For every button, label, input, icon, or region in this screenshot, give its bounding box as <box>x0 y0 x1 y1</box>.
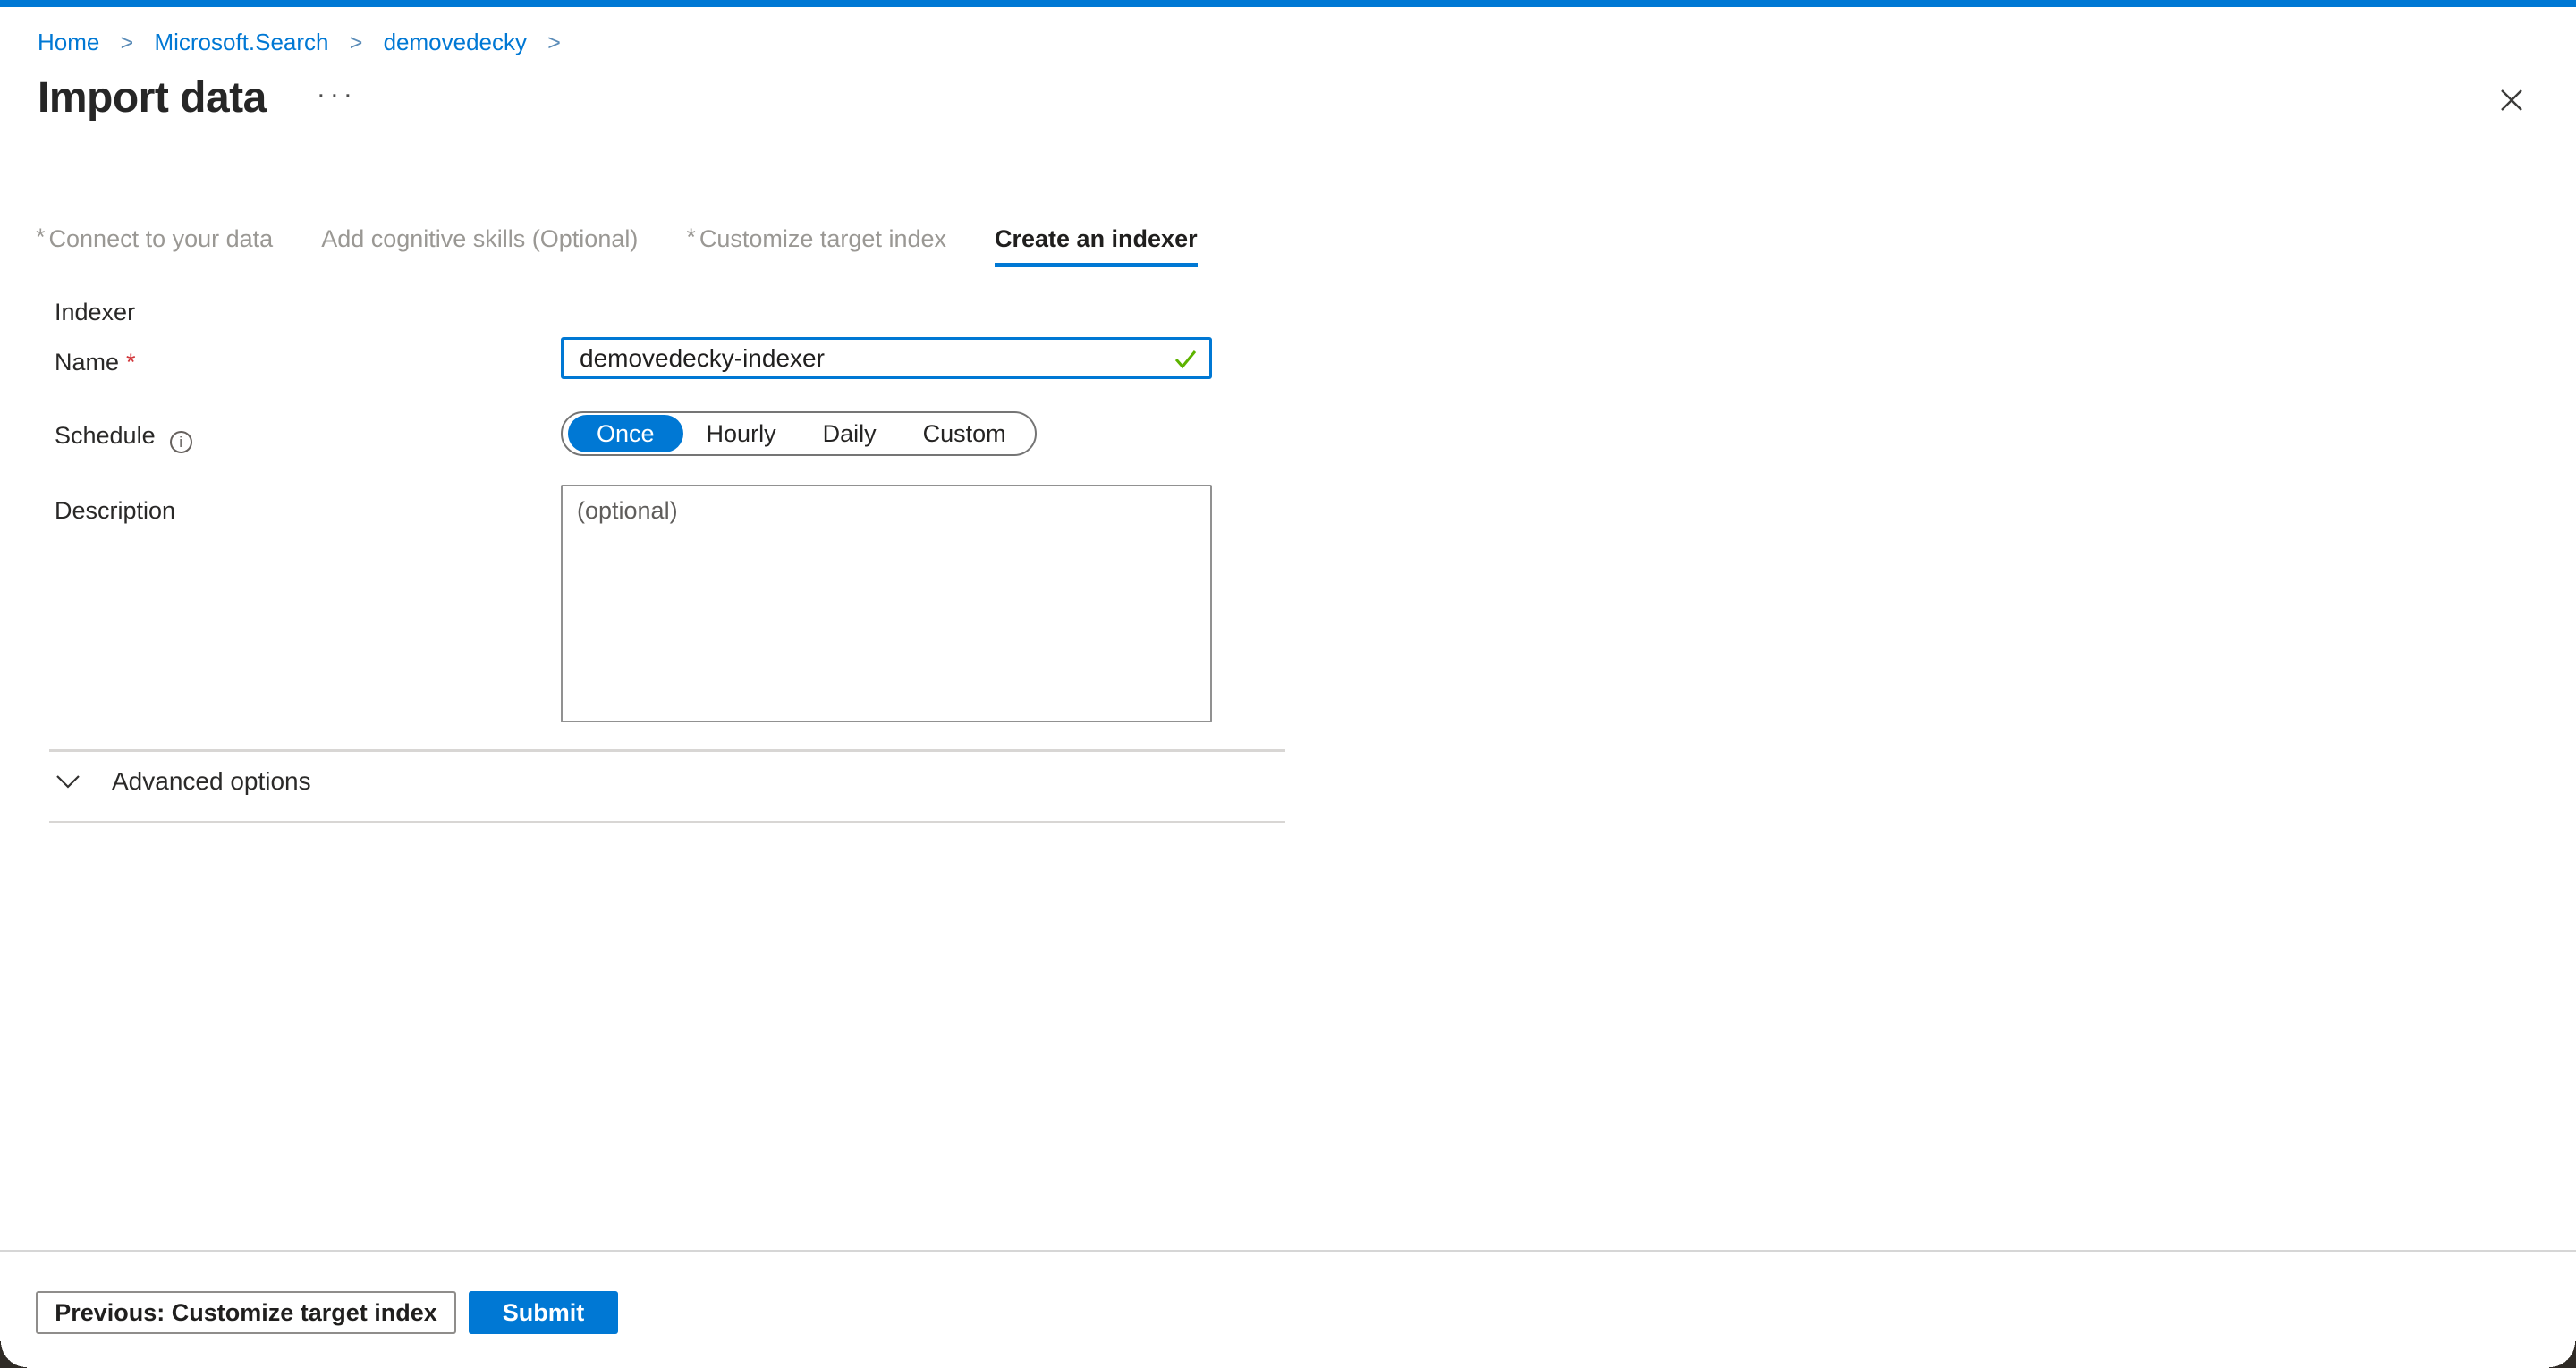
window-corner <box>2549 1341 2576 1368</box>
top-accent-bar <box>0 0 2576 7</box>
tab-label: Connect to your data <box>49 225 274 252</box>
breadcrumb-demovedecky[interactable]: demovedecky <box>384 29 527 55</box>
tab-connect-to-your-data[interactable]: *Connect to your data <box>36 225 273 267</box>
breadcrumb-separator-icon: > <box>350 30 363 55</box>
indexer-name-field <box>561 337 1212 379</box>
schedule-option-daily[interactable]: Daily <box>800 415 900 452</box>
schedule-option-hourly[interactable]: Hourly <box>683 415 800 452</box>
info-icon[interactable]: i <box>170 431 192 453</box>
tab-required-marker: * <box>36 224 46 250</box>
window-corner <box>0 1341 27 1368</box>
advanced-options-toggle[interactable]: Advanced options <box>55 767 311 796</box>
tab-label: Add cognitive skills (Optional) <box>321 225 638 252</box>
description-textarea[interactable] <box>561 485 1212 722</box>
advanced-options-label: Advanced options <box>112 767 311 796</box>
schedule-option-once[interactable]: Once <box>568 415 683 452</box>
divider <box>49 749 1285 752</box>
breadcrumb-home[interactable]: Home <box>38 29 99 55</box>
tab-create-an-indexer[interactable]: Create an indexer <box>995 225 1198 267</box>
schedule-field-label: Schedule i <box>55 422 192 453</box>
close-icon[interactable] <box>2497 86 2526 114</box>
more-menu-icon[interactable]: ··· <box>317 81 357 108</box>
breadcrumb: Home > Microsoft.Search > demovedecky > <box>38 27 575 58</box>
header: Import data ··· <box>38 73 357 122</box>
tab-add-cognitive-skills[interactable]: Add cognitive skills (Optional) <box>321 225 638 267</box>
wizard-tabs: *Connect to your data Add cognitive skil… <box>36 225 1198 267</box>
schedule-segmented-control: Once Hourly Daily Custom <box>561 411 1037 456</box>
tab-label: Customize target index <box>699 225 946 252</box>
breadcrumb-separator-icon: > <box>547 30 561 55</box>
indexer-section-title: Indexer <box>55 299 135 326</box>
required-marker: * <box>126 349 136 376</box>
divider <box>49 821 1285 823</box>
indexer-name-input[interactable] <box>561 337 1212 379</box>
previous-step-button[interactable]: Previous: Customize target index <box>36 1291 456 1334</box>
name-field-label: Name * <box>55 349 136 376</box>
tab-required-marker: * <box>686 224 696 250</box>
breadcrumb-separator-icon: > <box>121 30 134 55</box>
tab-label: Create an indexer <box>995 225 1198 252</box>
submit-button[interactable]: Submit <box>469 1291 618 1334</box>
description-field-label: Description <box>55 497 175 525</box>
tab-customize-target-index[interactable]: *Customize target index <box>686 225 946 267</box>
page-title: Import data <box>38 73 267 122</box>
name-label-text: Name <box>55 349 119 376</box>
schedule-option-custom[interactable]: Custom <box>900 415 1030 452</box>
chevron-down-icon <box>55 773 81 790</box>
valid-checkmark-icon <box>1171 344 1199 373</box>
footer-divider <box>0 1250 2576 1252</box>
schedule-label-text: Schedule <box>55 422 156 449</box>
breadcrumb-microsoft-search[interactable]: Microsoft.Search <box>154 29 328 55</box>
